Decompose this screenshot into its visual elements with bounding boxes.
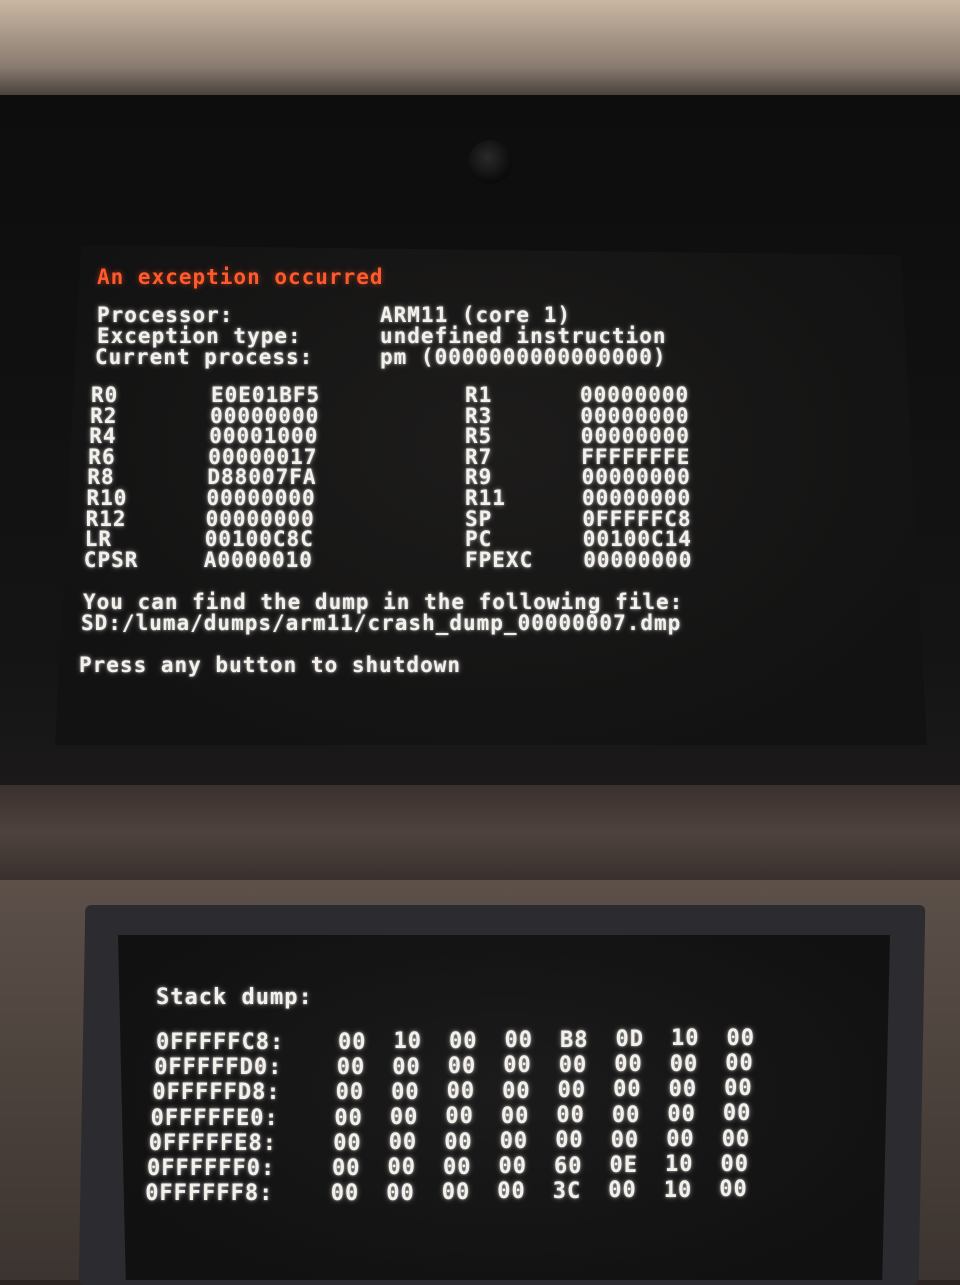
stack-byte: 00 [387, 1155, 416, 1181]
stack-byte: 00 [334, 1105, 363, 1131]
stack-byte: 00 [614, 1052, 643, 1078]
stack-byte: 10 [665, 1152, 694, 1178]
stack-address: 0FFFFFF8: [145, 1181, 274, 1207]
stack-byte: 00 [725, 1051, 754, 1076]
stack-byte: 00 [613, 1077, 642, 1103]
stack-byte: 00 [497, 1179, 526, 1205]
background-wall [0, 0, 960, 110]
register-value: 00000000 [583, 547, 693, 572]
stack-byte: 00 [388, 1130, 418, 1156]
stack-byte: 00 [724, 1076, 753, 1102]
stack-byte: 00 [335, 1080, 365, 1106]
stack-byte: 00 [558, 1052, 588, 1078]
stack-byte: 00 [443, 1154, 472, 1180]
stack-byte: 00 [391, 1079, 420, 1105]
stack-byte: B8 [560, 1027, 589, 1053]
stack-byte: 00 [447, 1054, 477, 1079]
stack-byte: 00 [498, 1154, 527, 1180]
stack-byte: 00 [668, 1076, 698, 1102]
stack-byte: 00 [445, 1104, 474, 1130]
stack-dump-title: Stack dump: [156, 985, 313, 1010]
stack-address: 0FFFFFD0: [154, 1055, 283, 1081]
stack-address: 0FFFFFD8: [152, 1080, 281, 1106]
stack-byte: 00 [332, 1156, 361, 1181]
stack-byte: 00 [721, 1126, 751, 1152]
stack-byte: 00 [555, 1128, 584, 1154]
current-process-label: Current process: [95, 345, 314, 369]
register-value: A0000010 [203, 547, 313, 572]
stack-byte: 00 [336, 1055, 366, 1081]
stack-byte: 10 [393, 1029, 422, 1055]
top-screen[interactable]: An exception occurred Processor: ARM11 (… [55, 245, 927, 745]
stack-byte: 00 [720, 1151, 749, 1177]
stack-byte: 00 [719, 1177, 748, 1202]
stack-byte: 00 [666, 1127, 695, 1153]
stack-byte: 00 [503, 1053, 532, 1079]
stack-byte: 00 [333, 1130, 362, 1156]
stack-byte: 00 [504, 1028, 533, 1054]
stack-byte: 00 [722, 1101, 752, 1127]
stack-byte: 3C [552, 1178, 582, 1204]
stack-byte: 0D [615, 1027, 644, 1052]
stack-address: 0FFFFFE8: [148, 1130, 278, 1156]
bottom-screen[interactable]: Stack dump: 0FFFFFC8: 00 10 00 00 B8 0D 10 00 0FF… [118, 935, 890, 1280]
exception-title: An exception occurred [97, 265, 384, 289]
stack-byte: 00 [338, 1030, 367, 1055]
stack-byte: 00 [611, 1102, 641, 1128]
device-photo: An exception occurred Processor: ARM11 (… [0, 0, 960, 1285]
stack-byte: 00 [557, 1078, 587, 1103]
register-name: FPEXC [465, 547, 534, 572]
stack-byte: 00 [444, 1129, 473, 1155]
stack-byte: 00 [449, 1028, 478, 1054]
stack-byte: 00 [446, 1079, 476, 1105]
dump-path: SD:/luma/dumps/arm11/crash_dump_00000007… [81, 611, 682, 635]
stack-byte: 00 [392, 1054, 421, 1080]
stack-address: 0FFFFFC8: [156, 1030, 285, 1055]
register-name: CPSR [83, 547, 139, 572]
stack-byte: 00 [726, 1025, 755, 1051]
stack-byte: 60 [554, 1153, 583, 1179]
stack-byte: 00 [389, 1105, 419, 1130]
stack-byte: 00 [667, 1102, 696, 1127]
stack-address: 0FFFFFF0: [147, 1156, 276, 1181]
stack-address: 0FFFFFE0: [150, 1105, 279, 1131]
stack-byte: 00 [502, 1078, 531, 1104]
stack-byte: 00 [386, 1180, 415, 1206]
stack-byte: 10 [663, 1177, 693, 1203]
current-process-value: pm (0000000000000000) [380, 345, 667, 369]
stack-byte: 00 [608, 1178, 637, 1204]
stack-byte: 00 [500, 1103, 530, 1129]
stack-byte: 0E [609, 1153, 638, 1178]
stack-byte: 00 [556, 1103, 585, 1129]
stack-byte: 10 [671, 1026, 700, 1052]
stack-byte: 00 [330, 1181, 360, 1207]
stack-byte: 00 [441, 1180, 471, 1205]
stack-byte: 00 [499, 1129, 529, 1154]
camera-lens-icon [468, 140, 512, 184]
stack-byte: 00 [669, 1051, 699, 1077]
stack-byte: 00 [610, 1127, 640, 1153]
shutdown-message: Press any button to shutdown [79, 653, 462, 677]
